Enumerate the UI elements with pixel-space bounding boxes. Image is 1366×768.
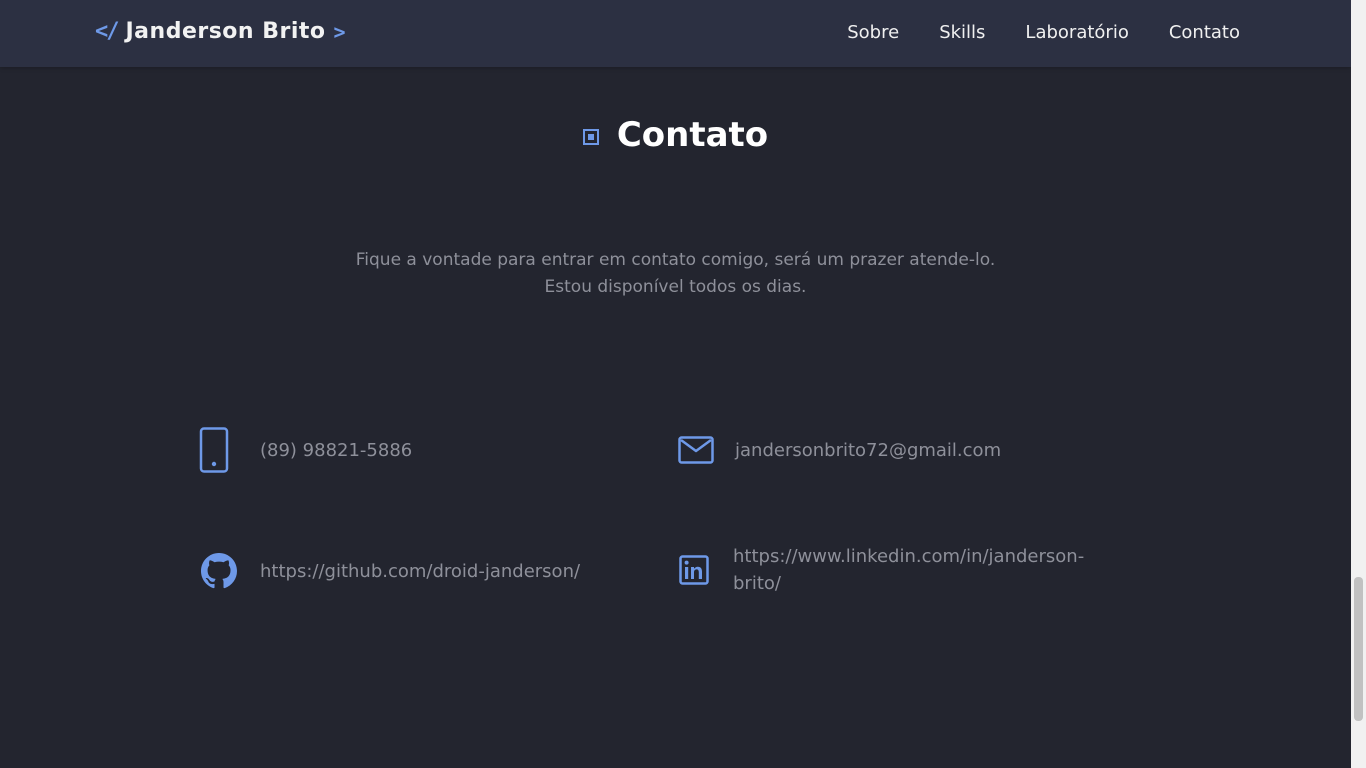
nav-links: Sobre Skills Laboratório Contato [847,22,1240,43]
code-icon: </ [95,19,119,44]
mail-icon [678,436,714,464]
github-url: https://github.com/droid-janderson/ [260,560,581,582]
github-icon [201,553,237,589]
email-address: jandersonbrito72@gmail.com [735,439,1002,461]
contact-linkedin[interactable]: https://www.linkedin.com/in/janderson-br… [679,543,1099,597]
brand-logo[interactable]: </ Janderson Brito > [95,19,346,44]
navbar: </ Janderson Brito > Sobre Skills Labora… [0,0,1351,67]
section-heading: Contato [0,115,1351,155]
linkedin-icon [679,555,709,585]
intro-text: Fique a vontade para entrar em contato c… [0,247,1351,301]
phone-icon [199,427,229,473]
nav-link-sobre[interactable]: Sobre [847,22,899,43]
linkedin-url: https://www.linkedin.com/in/janderson-br… [733,546,1085,594]
scrollbar[interactable] [1351,0,1366,768]
square-icon [582,129,599,145]
phone-number: (89) 98821-5886 [260,439,413,461]
intro-line-2: Estou disponível todos os dias. [544,277,807,297]
brand-name: Janderson Brito [125,19,326,44]
nav-link-laboratorio[interactable]: Laboratório [1025,22,1128,43]
contact-github[interactable]: https://github.com/droid-janderson/ [201,553,580,589]
nav-link-contato[interactable]: Contato [1169,22,1240,43]
contact-page: </ Janderson Brito > Sobre Skills Labora… [0,0,1366,768]
contact-phone[interactable]: (89) 98821-5886 [199,427,412,473]
nav-link-skills[interactable]: Skills [939,22,985,43]
intro-line-1: Fique a vontade para entrar em contato c… [355,250,996,270]
page-title: Contato [616,115,769,155]
contact-email[interactable]: jandersonbrito72@gmail.com [678,436,1001,464]
scrollbar-thumb[interactable] [1354,577,1363,721]
caret-icon: > [333,19,346,44]
